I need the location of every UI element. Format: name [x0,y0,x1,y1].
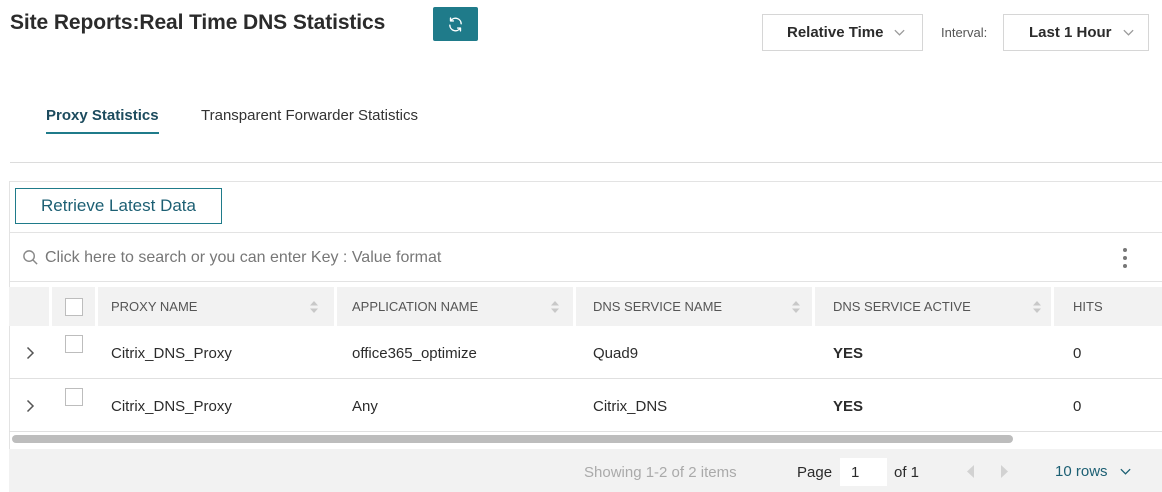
refresh-button[interactable] [433,7,478,41]
prev-page-icon[interactable] [967,465,975,478]
column-header-label: DNS SERVICE ACTIVE [833,299,971,314]
tab-proxy-statistics[interactable]: Proxy Statistics [46,107,159,134]
horizontal-scrollbar-thumb[interactable] [12,435,1013,443]
column-header-dns-service-name[interactable]: DNS SERVICE NAME [576,287,812,326]
interval-value: Last 1 Hour [1029,24,1112,41]
page-title: Site Reports:Real Time DNS Statistics [10,11,386,34]
cell-application-name: Any [352,397,378,415]
column-header-label: PROXY NAME [111,299,198,314]
table-row[interactable]: Citrix_DNS_Proxy office365_optimize Quad… [9,327,1162,379]
cell-application-name: office365_optimize [352,344,477,362]
interval-label: Interval: [941,25,988,40]
search-input[interactable] [45,245,1085,271]
chevron-right-icon[interactable] [25,346,35,360]
table-header: PROXY NAME APPLICATION NAME DNS SERVICE … [9,287,1162,326]
expand-header-cell [9,287,50,326]
cell-dns-service-name: Citrix_DNS [593,397,668,415]
select-all-checkbox[interactable] [65,297,83,316]
cell-proxy-name: Citrix_DNS_Proxy [111,344,232,362]
column-header-proxy-name[interactable]: PROXY NAME [98,287,334,326]
interval-dropdown[interactable]: Last 1 Hour [1003,14,1149,51]
column-header-label: APPLICATION NAME [352,299,479,314]
refresh-icon [449,16,462,32]
cell-hits: 0 [1073,397,1082,415]
table-row[interactable]: Citrix_DNS_Proxy Any Citrix_DNS YES 0 [9,380,1162,432]
cell-proxy-name: Citrix_DNS_Proxy [111,397,232,415]
page-number-input[interactable] [840,458,887,486]
column-header-label: HITS [1073,299,1103,314]
cell-dns-service-active: YES [833,397,864,415]
row-select-cell [65,371,83,423]
chevron-down-icon [894,29,906,36]
row-checkbox[interactable] [65,388,83,406]
column-header-hits[interactable]: HITS [1054,287,1162,326]
page-total-label: of 1 [894,464,920,481]
tabs-divider [10,162,1162,163]
kebab-menu-icon[interactable] [1119,245,1131,271]
search-bar [9,232,1162,282]
chevron-down-icon [1122,29,1134,36]
time-mode-value: Relative Time [787,24,884,41]
search-icon [23,250,38,265]
row-select-cell [65,318,83,370]
cell-dns-service-name: Quad9 [593,344,639,362]
column-header-label: DNS SERVICE NAME [593,299,723,314]
rows-per-page-select[interactable]: 10 rows [1055,463,1132,480]
rows-per-page-value: 10 rows [1055,463,1108,480]
cell-hits: 0 [1073,344,1082,362]
column-header-application-name[interactable]: APPLICATION NAME [337,287,573,326]
sort-icon[interactable] [1033,301,1041,313]
next-page-icon[interactable] [1000,465,1008,478]
cell-dns-service-active: YES [833,344,864,362]
chevron-down-icon [1119,468,1131,475]
page-label: Page [797,464,833,481]
column-header-dns-service-active[interactable]: DNS SERVICE ACTIVE [815,287,1051,326]
tab-transparent-forwarder-statistics[interactable]: Transparent Forwarder Statistics [201,107,418,124]
sort-icon[interactable] [792,301,800,313]
items-count-text: Showing 1-2 of 2 items [584,464,737,481]
retrieve-latest-data-button[interactable]: Retrieve Latest Data [15,188,222,224]
row-checkbox[interactable] [65,335,83,353]
chevron-right-icon[interactable] [25,399,35,413]
sort-icon[interactable] [551,301,559,313]
sort-icon[interactable] [310,301,318,313]
time-mode-dropdown[interactable]: Relative Time [762,14,923,51]
